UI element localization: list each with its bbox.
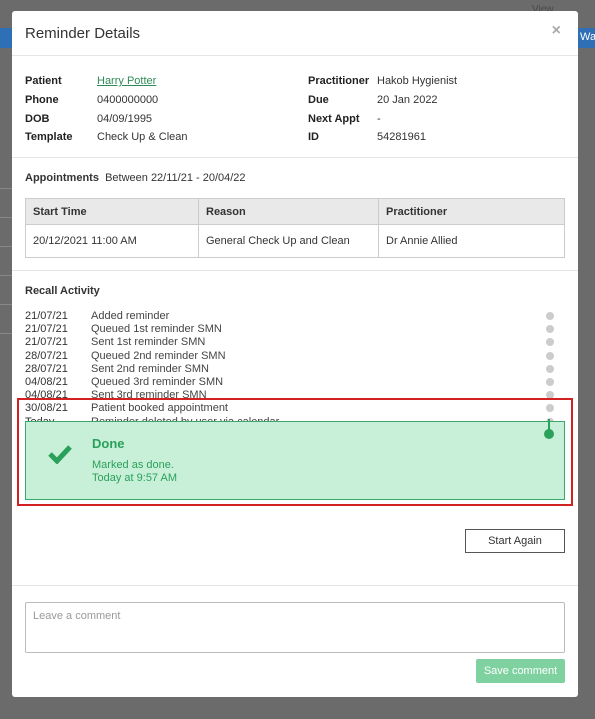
practitioner-value: Hakob Hygienist xyxy=(377,75,458,87)
event-text: Queued 2nd reminder SMN xyxy=(91,349,226,362)
start-again-button[interactable]: Start Again xyxy=(465,529,565,553)
col-start-time: Start Time xyxy=(25,198,199,225)
highlight-box xyxy=(17,398,573,506)
appointments-range: Between 22/11/21 - 20/04/22 xyxy=(105,172,246,184)
table-row[interactable]: 20/12/2021 11:00 AM General Check Up and… xyxy=(25,224,565,258)
recall-activity-section: Recall Activity 21/07/21 Added reminder 2… xyxy=(12,271,578,586)
appointments-section: Appointments Between 22/11/21 - 20/04/22… xyxy=(12,158,578,271)
list-item: 21/07/21 Queued 1st reminder SMN xyxy=(25,323,545,336)
next-appt-value: - xyxy=(377,113,381,125)
timeline-dot xyxy=(546,364,554,373)
cell-practitioner: Dr Annie Allied xyxy=(378,224,565,258)
timeline-dot xyxy=(546,351,554,360)
event-date: 04/08/21 xyxy=(25,375,68,388)
close-icon[interactable]: × xyxy=(552,22,561,40)
list-item: 21/07/21 Added reminder xyxy=(25,310,545,323)
event-date: 21/07/21 xyxy=(25,336,68,349)
event-text: Added reminder xyxy=(91,310,170,322)
id-value: 54281961 xyxy=(377,131,426,143)
timeline-dot xyxy=(546,325,554,334)
event-date: 21/07/21 xyxy=(25,310,68,322)
comment-input[interactable] xyxy=(25,602,565,653)
col-practitioner: Practitioner xyxy=(378,198,565,225)
background-lines xyxy=(0,160,12,360)
event-date: 21/07/21 xyxy=(25,323,68,336)
due-label: Due xyxy=(308,94,329,106)
patient-info-section: Patient Harry Potter Phone 0400000000 DO… xyxy=(12,56,578,158)
event-text: Sent 1st reminder SMN xyxy=(91,336,206,349)
cell-start-time: 20/12/2021 11:00 AM xyxy=(25,224,199,258)
background-chip-left xyxy=(0,28,12,48)
list-item: 28/07/21 Sent 2nd reminder SMN xyxy=(25,363,545,376)
timeline-dot xyxy=(546,312,554,320)
appointments-heading: Appointments Between 22/11/21 - 20/04/22 xyxy=(25,172,246,184)
recall-activity-title: Recall Activity xyxy=(25,285,100,297)
patient-label: Patient xyxy=(25,75,62,87)
practitioner-label: Practitioner xyxy=(308,75,370,87)
event-text: Queued 1st reminder SMN xyxy=(91,323,222,336)
background-chip-right: Wa xyxy=(578,28,595,48)
cell-reason: General Check Up and Clean xyxy=(198,224,379,258)
modal-header: Reminder Details × xyxy=(12,11,578,56)
reminder-details-modal: Reminder Details × Patient Harry Potter … xyxy=(12,11,578,697)
event-date: 28/07/21 xyxy=(25,349,68,362)
modal-title: Reminder Details xyxy=(25,25,141,42)
due-value: 20 Jan 2022 xyxy=(377,94,438,106)
template-value: Check Up & Clean xyxy=(97,131,188,143)
phone-label: Phone xyxy=(25,94,59,106)
dob-label: DOB xyxy=(25,113,50,125)
appointments-label: Appointments xyxy=(25,172,99,184)
id-label: ID xyxy=(308,131,319,143)
list-item: 28/07/21 Queued 2nd reminder SMN xyxy=(25,350,545,363)
list-item: 04/08/21 Queued 3rd reminder SMN xyxy=(25,376,545,389)
dob-value: 04/09/1995 xyxy=(97,113,153,125)
event-date: 28/07/21 xyxy=(25,362,68,375)
appointments-table: Start Time Reason Practitioner 20/12/202… xyxy=(25,198,565,258)
save-comment-button[interactable]: Save comment xyxy=(476,659,565,683)
timeline-dot xyxy=(546,338,554,347)
event-text: Queued 3rd reminder SMN xyxy=(91,375,224,388)
next-appt-label: Next Appt xyxy=(308,113,360,125)
event-text: Sent 2nd reminder SMN xyxy=(91,362,209,375)
patient-name-link[interactable]: Harry Potter xyxy=(97,75,156,87)
list-item: 21/07/21 Sent 1st reminder SMN xyxy=(25,336,545,349)
phone-value: 0400000000 xyxy=(97,94,159,106)
col-reason: Reason xyxy=(198,198,379,225)
template-label: Template xyxy=(25,131,73,143)
timeline-dot xyxy=(546,377,554,386)
